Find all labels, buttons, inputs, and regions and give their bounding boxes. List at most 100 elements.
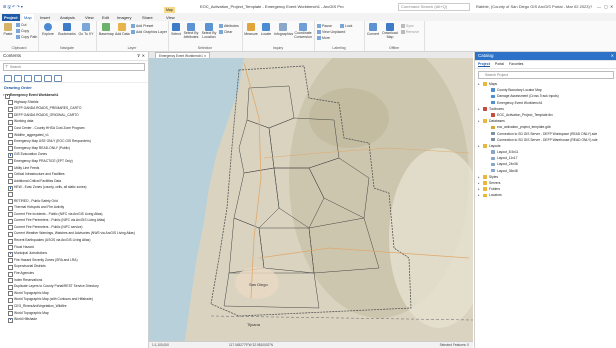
convert-button[interactable]: Convert xyxy=(366,23,380,36)
tab-project[interactable]: Project xyxy=(2,14,20,21)
tab-view[interactable]: View xyxy=(83,14,96,21)
layer-item[interactable] xyxy=(0,191,148,198)
locate-button[interactable]: Locate xyxy=(259,23,273,36)
maximize-button[interactable]: ▢ xyxy=(604,4,608,9)
explore-button[interactable]: Explore xyxy=(41,23,55,36)
layer-item[interactable]: Municipal Jurisdictions xyxy=(0,250,148,257)
expand-arrow-icon[interactable]: ▸ xyxy=(478,192,480,198)
close-button[interactable]: ✕ xyxy=(610,4,613,9)
map-canvas[interactable]: San Diego Tijuana xyxy=(149,58,473,342)
layer-item[interactable]: Highway Shields xyxy=(0,99,148,106)
list-by-snapping-icon[interactable] xyxy=(44,75,52,82)
paste-button[interactable]: Paste xyxy=(2,23,14,36)
layer-item[interactable]: Current Weather Warnings, Watches and Ad… xyxy=(0,230,148,237)
catalog-search-input[interactable]: Search Project xyxy=(478,71,614,79)
sync-button[interactable]: Sync xyxy=(401,24,414,29)
tab-map-view[interactable]: View xyxy=(164,14,177,21)
list-by-data-source-icon[interactable] xyxy=(14,75,22,82)
layer-item[interactable]: ▾ Emergency Event Workbench1 xyxy=(0,92,148,99)
copy-path-button[interactable]: Copy Path xyxy=(16,35,37,40)
minimize-button[interactable]: — xyxy=(597,4,601,9)
command-search-input[interactable]: Command Search (Alt+Q) xyxy=(398,3,470,11)
add-preset-button[interactable]: Add Preset xyxy=(131,24,153,29)
layer-item[interactable]: Index Reservations xyxy=(0,277,148,284)
layer-item[interactable]: RETIRED - Public Safety Grid xyxy=(0,198,148,205)
layer-item[interactable]: CEG_RiversAndVegetation_Wildfire xyxy=(0,303,148,310)
list-by-drawing-order-icon[interactable] xyxy=(4,75,12,82)
view-unplaced-button[interactable]: View Unplaced xyxy=(317,30,345,35)
layer-item[interactable]: Fire Hazard Severity Zones (SRA and LRA) xyxy=(0,257,148,264)
list-by-labeling-icon[interactable] xyxy=(54,75,62,82)
add-data-button[interactable]: Add Data xyxy=(115,23,130,36)
close-pane-icon[interactable]: ✕ xyxy=(142,52,145,60)
layer-item[interactable]: DEFP GANDA ROADS_PREMARES_CARTO xyxy=(0,105,148,112)
layer-item[interactable]: World Topographic Map xyxy=(0,290,148,297)
tab-insert[interactable]: Insert xyxy=(38,14,52,21)
layer-item[interactable]: Emergency Map READ-ONLY (Public) xyxy=(0,145,148,152)
help-icon[interactable]: ? xyxy=(590,4,592,9)
close-catalog-icon[interactable]: ✕ xyxy=(611,52,614,60)
go-to-xy-button[interactable]: Go To XY xyxy=(78,23,94,36)
tab-imagery[interactable]: Imagery xyxy=(115,14,133,21)
layer-item[interactable]: World Topographic Map (with Contours and… xyxy=(0,296,148,303)
layer-item[interactable]: World Topographic Map xyxy=(0,310,148,317)
select-by-attributes-button[interactable]: Select By Attributes xyxy=(183,23,199,39)
layer-label: Emergency Map USE ONLY (EOC GIS Responde… xyxy=(14,139,91,144)
layer-item[interactable]: DEFP GANDA ROADS_ORIGINAL_CARTO xyxy=(0,112,148,119)
layer-item[interactable]: Working data xyxy=(0,118,148,125)
clear-selection-button[interactable]: Clear xyxy=(219,30,232,35)
remove-button[interactable]: Remove xyxy=(401,30,419,35)
layer-item[interactable]: Emergency Map USE ONLY (EOC GIS Responde… xyxy=(0,138,148,145)
tab-map[interactable]: Map xyxy=(22,14,34,21)
layer-item[interactable]: Flood Hazard xyxy=(0,244,148,251)
tab-share[interactable]: Share xyxy=(140,14,155,21)
catalog-tab-project[interactable]: Project xyxy=(478,62,490,67)
map-view[interactable]: Emergency Event Workbench1 ✕ San Diego T… xyxy=(149,52,473,348)
copy-button[interactable]: Copy xyxy=(16,29,29,34)
map-scale[interactable]: 1:1,100,000 xyxy=(152,342,169,348)
layer-item[interactable]: Current Fire Perimeters - Public (NIFC s… xyxy=(0,224,148,231)
coordinate-conversion-button[interactable]: Coordinate Conversion xyxy=(293,23,313,39)
layer-item[interactable]: Emergency Map PRACTICE (EPT Only) xyxy=(0,158,148,165)
layer-item[interactable]: Critical Infrastructure and Facilities xyxy=(0,171,148,178)
catalog-tab-favorites[interactable]: Favorites xyxy=(509,62,523,66)
quick-access-toolbar[interactable]: ⊞ 🖫 ↶ ↷ ▾ xyxy=(3,4,23,11)
lock-labeling-button[interactable]: Lock xyxy=(340,24,352,29)
pause-labeling-button[interactable]: Pause xyxy=(317,24,332,29)
basemap-button[interactable]: Basemap xyxy=(99,23,114,36)
list-by-selection-icon[interactable] xyxy=(24,75,32,82)
download-map-button[interactable]: Download Map xyxy=(381,23,399,39)
layer-item[interactable]: Additional Critical Facilities Data xyxy=(0,178,148,185)
layer-item[interactable]: HEW - Evac Zones (county, cells, all sta… xyxy=(0,184,148,191)
layer-item[interactable]: GIS Evacuation Zones xyxy=(0,151,148,158)
catalog-item[interactable]: ▸ Locators xyxy=(475,192,616,198)
tab-analysis[interactable]: Analysis xyxy=(58,14,77,21)
attributes-button[interactable]: Attributes xyxy=(219,24,239,29)
layer-item[interactable]: Cost Center - County HHSA Cost Zone Prog… xyxy=(0,125,148,132)
layer-visibility-checkbox[interactable] xyxy=(8,317,13,323)
infographics-button[interactable]: Infographics xyxy=(274,23,293,36)
layer-item[interactable]: Thermal Hotspots and Fire Activity xyxy=(0,204,148,211)
labeling-more-button[interactable]: More xyxy=(317,36,330,41)
tab-edit[interactable]: Edit xyxy=(100,14,111,21)
layer-item[interactable]: Wildfire_aggregated_v1 xyxy=(0,132,148,139)
user-account[interactable]: Rabble, (County of San Diego GIS ArcGIS … xyxy=(476,4,600,9)
layer-item[interactable]: Fire Agencies xyxy=(0,270,148,277)
cut-button[interactable]: Cut xyxy=(16,23,26,28)
measure-button[interactable]: Measure xyxy=(244,23,258,36)
select-by-location-button[interactable]: Select By Location xyxy=(201,23,217,39)
add-graphics-layer-button[interactable]: Add Graphics Layer xyxy=(131,30,167,35)
layer-item[interactable]: Recent Earthquakes (USGS via ArcGIS Livi… xyxy=(0,237,148,244)
select-button[interactable]: Select xyxy=(170,23,182,36)
layer-item[interactable]: Utility Line Feeds xyxy=(0,165,148,172)
layer-item[interactable]: Current Fire Incidents - Public (NIFC vi… xyxy=(0,211,148,218)
layer-item[interactable]: World Hillshade xyxy=(0,316,148,323)
contents-search-input[interactable]: ⊤ Search xyxy=(3,63,145,71)
layer-item[interactable]: Current Fire Perimeters - Public (NIFC v… xyxy=(0,217,148,224)
layer-item[interactable]: Duplicate Layers to County Portal/REST S… xyxy=(0,283,148,290)
layer-item[interactable]: Supervisorial Districts xyxy=(0,263,148,270)
list-by-editing-icon[interactable] xyxy=(34,75,42,82)
bookmarks-button[interactable]: Bookmarks xyxy=(58,23,76,36)
catalog-tab-portal[interactable]: Portal xyxy=(495,62,504,66)
pin-icon[interactable]: ⊽ xyxy=(137,52,140,60)
